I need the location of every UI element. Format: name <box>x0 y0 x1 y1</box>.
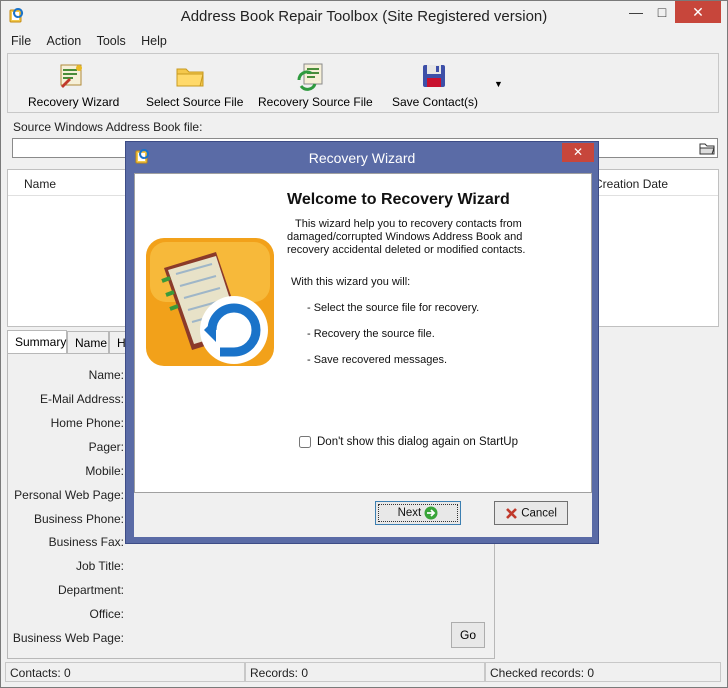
recovery-source-file-label: Recovery Source File <box>258 95 373 109</box>
field-business-fax-label: Business Fax: <box>48 535 124 549</box>
menu-action[interactable]: Action <box>41 32 88 50</box>
field-job-title-label: Job Title: <box>75 559 124 573</box>
next-button[interactable]: Next <box>375 501 461 525</box>
save-contacts-label: Save Contact(s) <box>392 95 479 109</box>
wizard-welcome-page: Welcome to Recovery Wizard This wizard h… <box>134 173 592 493</box>
window-title: Address Book Repair Toolbox (Site Regist… <box>180 8 548 25</box>
status-checked: Checked records: 0 <box>485 662 721 682</box>
select-source-file-label: Select Source File <box>146 95 244 109</box>
field-pager-label: Pager: <box>88 440 124 454</box>
dont-show-label: Don't show this dialog again on StartUp <box>317 436 519 448</box>
field-business-web-label: Business Web Page: <box>12 631 124 645</box>
field-business-phone-label: Business Phone: <box>33 512 124 526</box>
minimize-button[interactable]: — <box>623 1 649 23</box>
menu-tools[interactable]: Tools <box>91 32 132 50</box>
wizard-heading: Welcome to Recovery Wizard <box>287 191 510 208</box>
wizard-intro-line-3: recovery accidental deleted or modified … <box>287 244 526 256</box>
column-creation-date[interactable]: Creation Date <box>594 177 668 191</box>
menu-help[interactable]: Help <box>135 32 173 50</box>
save-contacts-button[interactable]: Save Contact(s) <box>386 56 482 112</box>
close-button[interactable]: ✕ <box>675 1 721 23</box>
status-contacts: Contacts: 0 <box>5 662 245 682</box>
dialog-close-button[interactable]: ✕ <box>562 143 594 162</box>
dont-show-checkbox[interactable] <box>299 436 311 448</box>
next-label: Next <box>397 507 422 520</box>
field-email-label: E-Mail Address: <box>39 392 124 406</box>
go-button[interactable]: Go <box>451 622 485 648</box>
recovery-source-file-button[interactable]: Recovery Source File <box>254 56 373 112</box>
column-name[interactable]: Name <box>24 177 56 191</box>
wizard-step-2: - Recovery the source file. <box>307 328 435 340</box>
wizard-address-book-icon <box>146 238 274 366</box>
recovery-wizard-button[interactable]: Recovery Wizard <box>12 56 130 112</box>
field-mobile-label: Mobile: <box>85 464 124 478</box>
dialog-body: Welcome to Recovery Wizard This wizard h… <box>134 173 592 537</box>
browse-folder-icon[interactable] <box>699 141 715 155</box>
next-arrow-icon <box>424 506 438 520</box>
folder-icon <box>176 68 204 87</box>
save-icon <box>423 65 445 87</box>
status-bar: Contacts: 0 Records: 0 Checked records: … <box>5 662 721 682</box>
dialog-title-bar: Recovery Wizard ✕ <box>126 142 598 172</box>
cancel-label: Cancel <box>521 507 557 520</box>
field-personal-web-label: Personal Web Page: <box>14 488 124 502</box>
select-source-file-button[interactable]: Select Source File <box>138 56 246 112</box>
recovery-source-icon <box>297 63 323 91</box>
tab-name[interactable]: Name <box>67 331 109 353</box>
toolbar-more-icon[interactable]: ▼ <box>494 79 503 89</box>
wizard-intro-line-1: This wizard help you to recovery contact… <box>295 218 522 230</box>
wizard-step-3: - Save recovered messages. <box>307 354 448 366</box>
toolbar: Recovery Wizard Select Source File Recov… <box>7 53 719 113</box>
tab-summary[interactable]: Summary <box>7 330 67 354</box>
wizard-with-text: With this wizard you will: <box>291 276 411 288</box>
maximize-button[interactable]: □ <box>649 1 675 23</box>
wizard-step-1: - Select the source file for recovery. <box>307 302 480 314</box>
cancel-button[interactable]: Cancel <box>494 501 568 525</box>
source-file-label: Source Windows Address Book file: <box>13 120 203 134</box>
field-name-label: Name: <box>88 368 124 382</box>
menu-file[interactable]: File <box>5 32 37 50</box>
status-records: Records: 0 <box>245 662 485 682</box>
recovery-wizard-label: Recovery Wizard <box>28 95 120 109</box>
field-office-label: Office: <box>89 607 124 621</box>
field-home-phone-label: Home Phone: <box>50 416 124 430</box>
wizard-intro-line-2: damaged/corrupted Windows Address Book a… <box>287 231 523 243</box>
title-bar: Address Book Repair Toolbox (Site Regist… <box>1 1 727 32</box>
recovery-wizard-dialog: Recovery Wizard ✕ Welcome to Recovery Wi… <box>125 141 599 544</box>
dialog-title: Recovery Wizard <box>308 150 416 166</box>
recovery-wizard-icon <box>60 64 82 88</box>
field-department-label: Department: <box>57 583 124 597</box>
cancel-x-icon <box>506 507 517 519</box>
menu-bar: File Action Tools Help <box>5 32 173 52</box>
